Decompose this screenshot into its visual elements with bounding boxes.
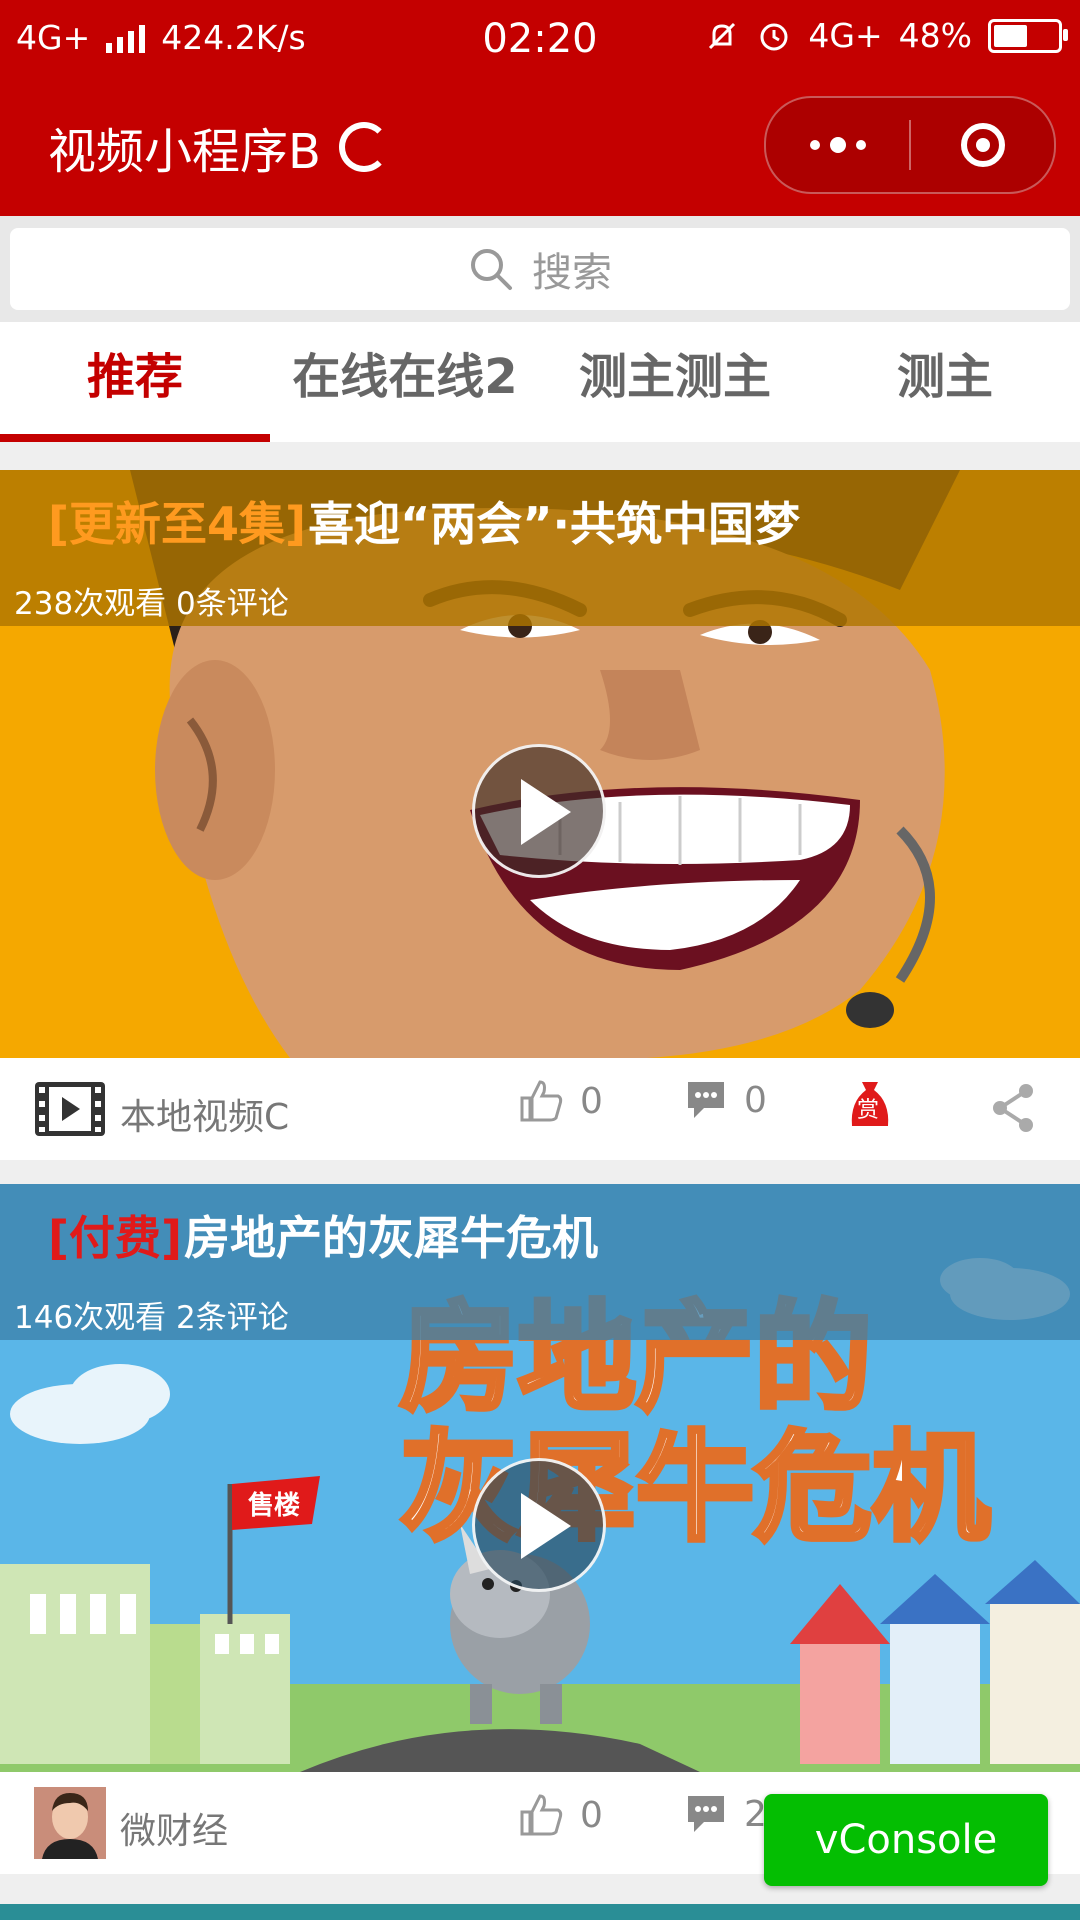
- tab-recommend[interactable]: 推荐: [0, 322, 270, 442]
- app-header: 4G+ 424.2K/s 02:20 4G+ 48% 视频小程序B: [0, 0, 1080, 216]
- search-input[interactable]: 搜索: [10, 228, 1070, 310]
- film-reel-icon: [35, 1082, 105, 1136]
- comment-count: 0: [744, 1079, 767, 1121]
- author-name[interactable]: 微财经: [120, 1802, 228, 1854]
- video-title-overlay: [更新至4集]喜迎“两会”·共筑中国梦 238次观看 0条评论: [0, 470, 1080, 626]
- video-thumbnail[interactable]: [更新至4集]喜迎“两会”·共筑中国梦 238次观看 0条评论: [0, 470, 1080, 1058]
- video-card[interactable]: 房地产的 灰犀牛危机 售楼 [付费]房地产的灰犀牛危机 146次观看 2条评论 …: [0, 1184, 1080, 1874]
- video-action-bar: 本地视频C 0 0 赏: [0, 1058, 1080, 1160]
- status-bar: 4G+ 424.2K/s 02:20 4G+ 48%: [0, 0, 1080, 76]
- like-count: 0: [580, 1080, 603, 1122]
- play-button[interactable]: [472, 744, 606, 878]
- tab-online[interactable]: 在线在线2: [270, 322, 540, 442]
- mini-program-capsule: [764, 96, 1056, 194]
- video-meta: 146次观看 2条评论: [14, 1300, 289, 1336]
- author-name[interactable]: 本地视频C: [120, 1088, 289, 1140]
- comment-button[interactable]: 0: [684, 1078, 767, 1122]
- next-video-card-peek: [0, 1904, 1080, 1920]
- comment-button[interactable]: 2: [684, 1792, 767, 1836]
- author-avatar[interactable]: [34, 1787, 106, 1859]
- share-icon: [993, 1084, 1033, 1132]
- network-type-2: 4G+: [808, 16, 883, 55]
- video-title-text: 房地产的灰犀牛危机: [184, 1211, 599, 1265]
- video-title: [付费]房地产的灰犀牛危机: [48, 1202, 598, 1268]
- video-tag: [付费]: [48, 1211, 183, 1265]
- more-dots-icon: [809, 137, 866, 153]
- play-button[interactable]: [472, 1458, 606, 1592]
- like-count: 0: [580, 1794, 603, 1836]
- close-mini-program-button[interactable]: [911, 98, 1054, 192]
- app-title-text: 视频小程序B: [48, 124, 321, 180]
- share-button[interactable]: [990, 1082, 1036, 1134]
- like-button[interactable]: 0: [518, 1792, 603, 1838]
- mute-icon: [709, 22, 736, 49]
- more-button[interactable]: [766, 98, 909, 192]
- video-thumbnail[interactable]: 房地产的 灰犀牛危机 售楼 [付费]房地产的灰犀牛危机 146次观看 2条评论: [0, 1184, 1080, 1772]
- comment-icon: [688, 1796, 724, 1832]
- video-title-overlay: [付费]房地产的灰犀牛危机 146次观看 2条评论: [0, 1184, 1080, 1340]
- video-card[interactable]: [更新至4集]喜迎“两会”·共筑中国梦 238次观看 0条评论 本地视频C 0: [0, 470, 1080, 1160]
- loading-spinner-icon: [338, 122, 389, 172]
- video-title-text: 喜迎“两会”·共筑中国梦: [308, 497, 801, 551]
- like-button[interactable]: 0: [518, 1078, 603, 1124]
- search-icon: [471, 249, 512, 290]
- alarm-icon: [760, 23, 788, 50]
- video-meta: 238次观看 0条评论: [14, 586, 289, 622]
- close-target-icon: [960, 123, 1005, 167]
- page-title: 视频小程序B: [48, 112, 389, 182]
- vconsole-button[interactable]: vConsole: [764, 1794, 1048, 1886]
- search-area: 搜索: [0, 216, 1080, 322]
- reward-button[interactable]: 赏: [848, 1078, 892, 1130]
- tab-test-1[interactable]: 测主测主: [540, 322, 810, 442]
- reward-label: 赏: [857, 1098, 880, 1123]
- battery-icon: [988, 18, 1068, 53]
- poster-flag-text: 售楼: [248, 1490, 300, 1521]
- video-title: [更新至4集]喜迎“两会”·共筑中国梦: [48, 488, 800, 554]
- search-placeholder: 搜索: [532, 250, 612, 296]
- video-tag: [更新至4集]: [48, 497, 307, 551]
- battery-percent: 48%: [898, 16, 972, 55]
- thumbs-up-icon: [520, 1794, 563, 1836]
- thumbs-up-icon: [520, 1080, 563, 1122]
- tab-test-2[interactable]: 测主: [810, 322, 1080, 442]
- category-tabs: 推荐 在线在线2 测主测主 测主: [0, 322, 1080, 442]
- comment-icon: [688, 1082, 724, 1118]
